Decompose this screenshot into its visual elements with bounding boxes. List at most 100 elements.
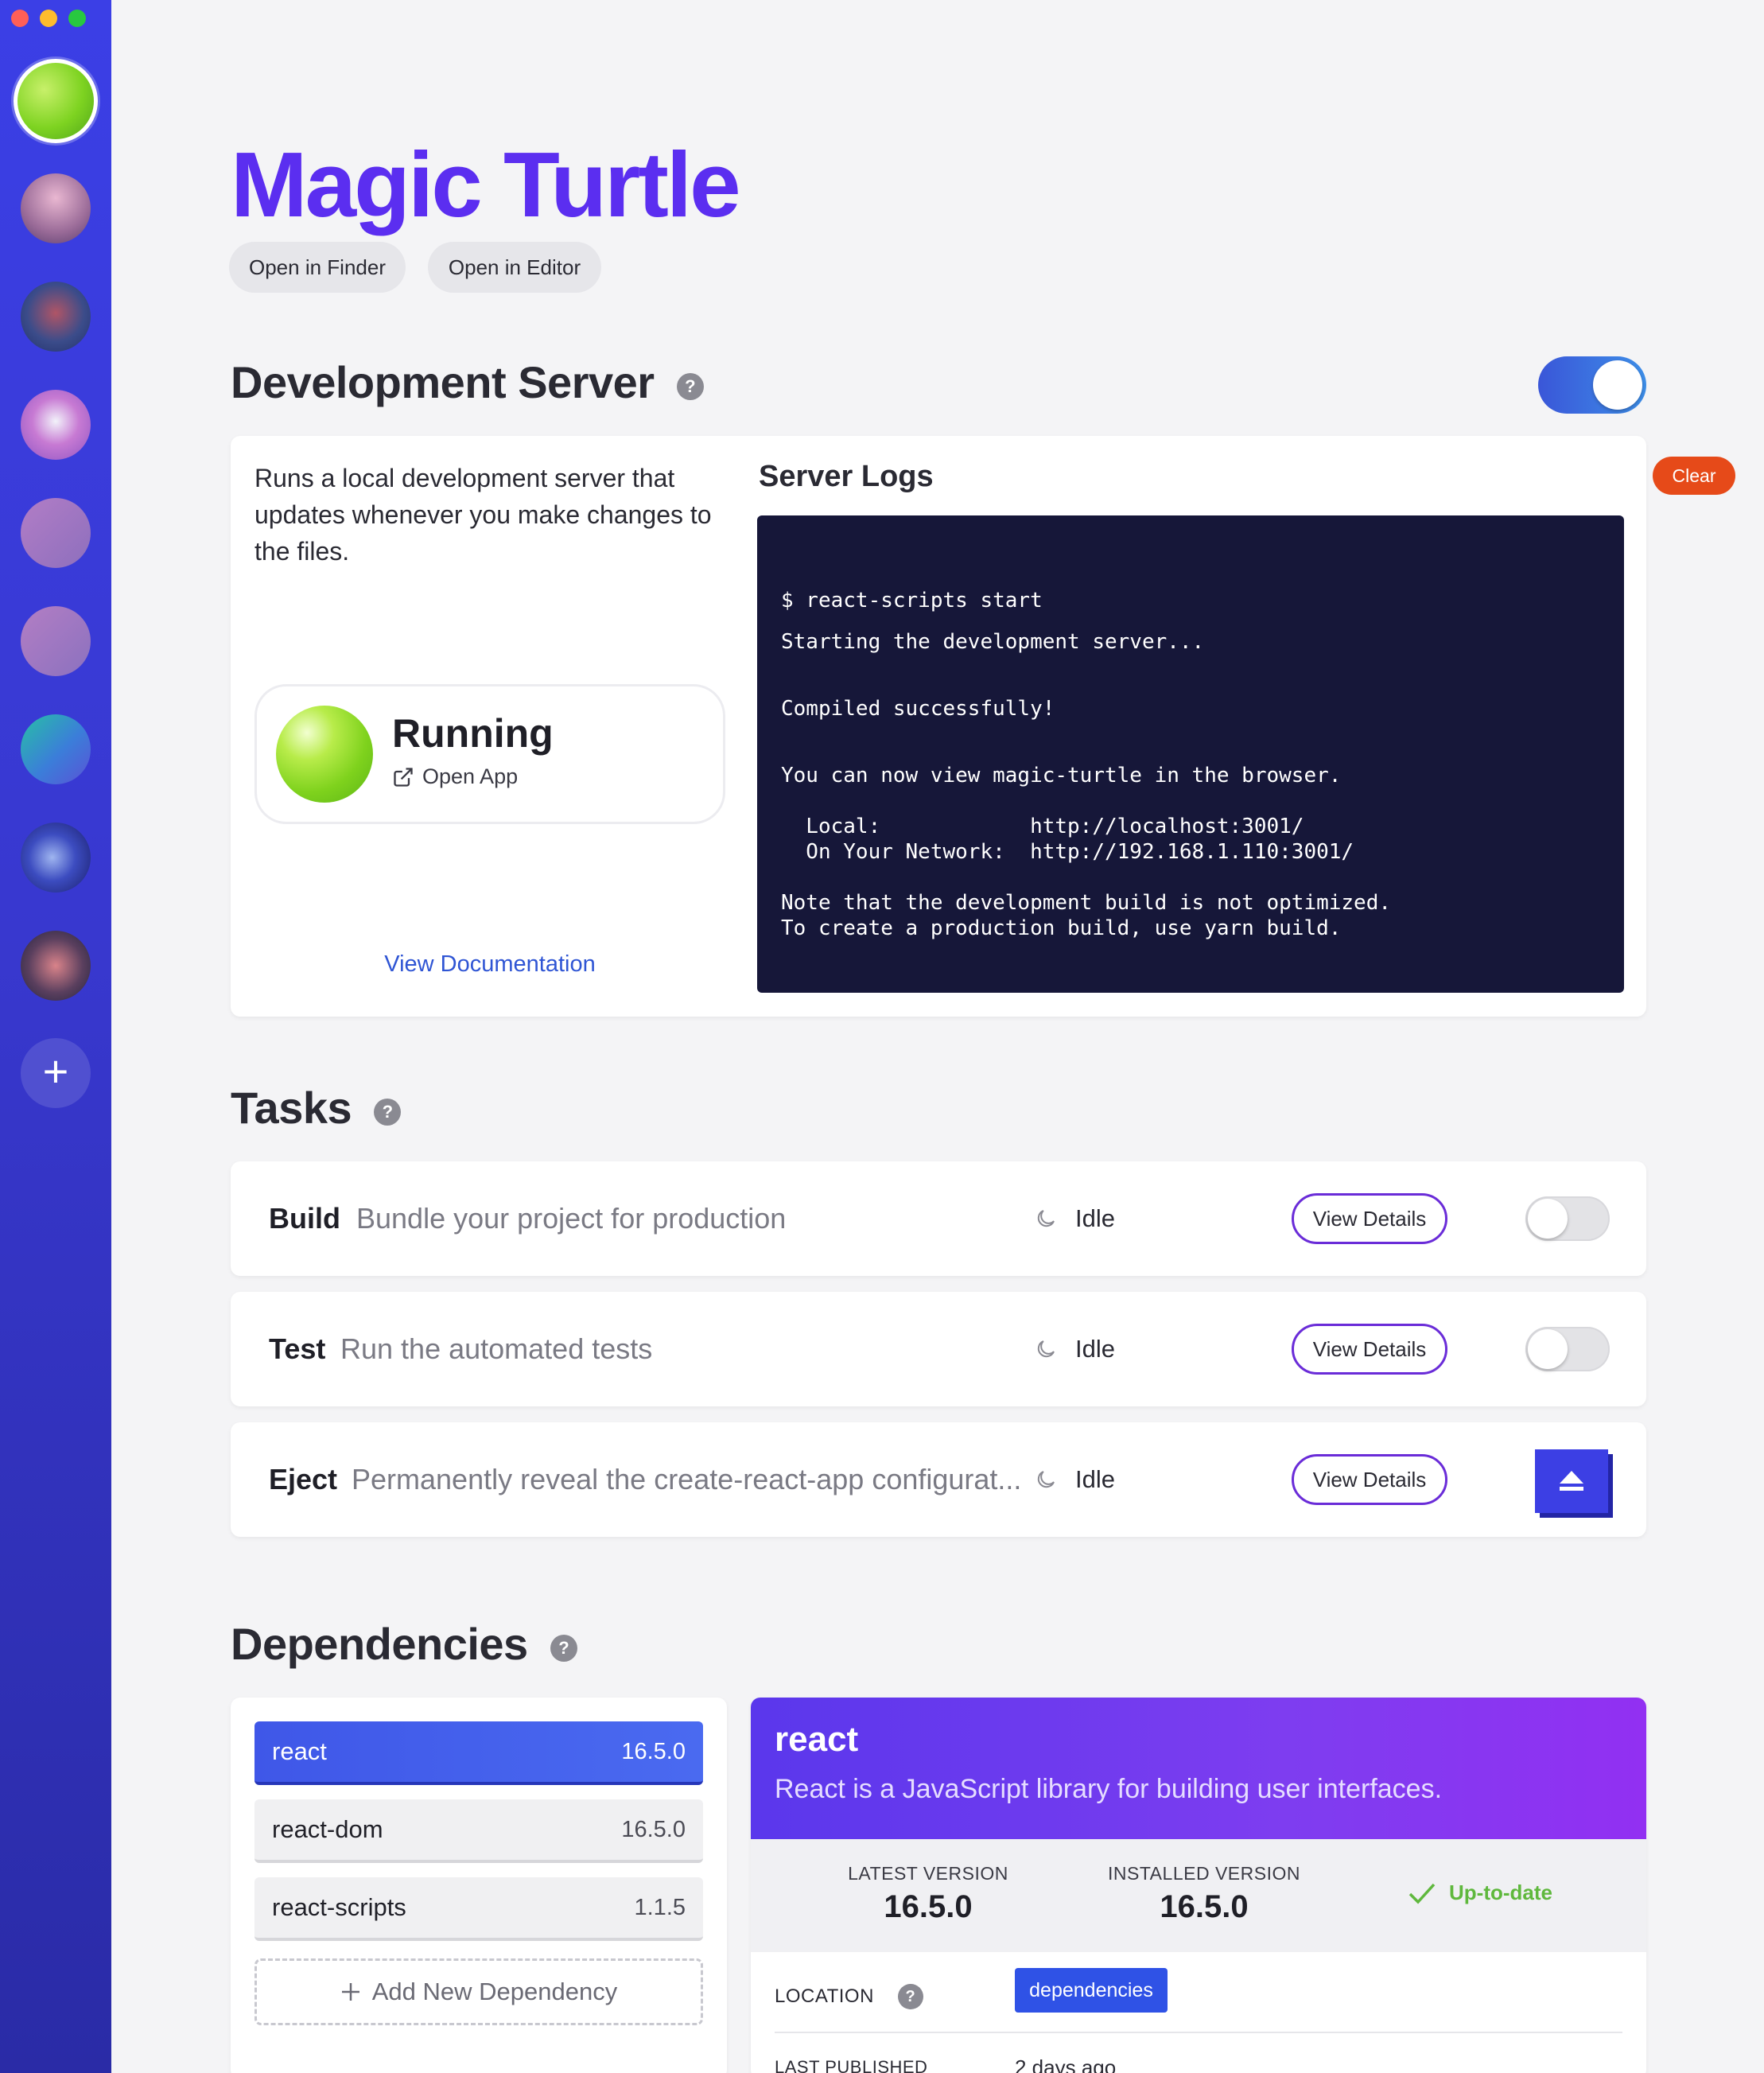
tasks-heading: Tasks ? (231, 1082, 402, 1134)
dev-server-card: Runs a local development server that upd… (231, 436, 1735, 1017)
zoom-window-button[interactable] (68, 10, 86, 27)
location-label: LOCATION (775, 1985, 874, 2007)
plus-icon: + (42, 1046, 69, 1096)
eject-icon (1560, 1471, 1583, 1491)
task-status-label: Idle (1075, 1465, 1115, 1493)
clear-logs-button[interactable]: Clear (1653, 457, 1735, 495)
server-status-box: Running Open App (254, 684, 725, 824)
log-line: Starting the development server... (781, 630, 1205, 654)
task-status: Idle (1034, 1292, 1115, 1406)
task-toggle[interactable] (1525, 1327, 1610, 1371)
toggle-knob (1528, 1329, 1568, 1369)
close-window-button[interactable] (11, 10, 29, 27)
task-description: Run the automated tests (340, 1332, 653, 1365)
last-published-value: 2 days ago (1015, 2055, 1117, 2073)
help-icon[interactable]: ? (374, 1098, 402, 1126)
task-toggle[interactable] (1525, 1196, 1610, 1241)
view-details-button[interactable]: View Details (1292, 1454, 1447, 1505)
server-logs-terminal[interactable]: $ react-scripts start Starting the devel… (757, 515, 1624, 993)
idle-moon-icon (1037, 1471, 1055, 1488)
project-avatar[interactable] (21, 390, 91, 460)
app-window: + Magic Turtle Open in Finder Open in Ed… (0, 0, 1764, 2073)
add-dependency-button[interactable]: Add New Dependency (254, 1958, 703, 2025)
dependency-version: 1.1.5 (634, 1894, 686, 1920)
external-link-icon (394, 767, 413, 787)
checkmark-icon (1408, 1883, 1436, 1904)
dev-server-description: Runs a local development server that upd… (254, 464, 712, 566)
help-icon[interactable]: ? (897, 1984, 923, 2009)
project-avatar[interactable] (21, 173, 91, 243)
task-description: Permanently reveal the create-react-app … (352, 1463, 1022, 1495)
location-tag: dependencies (1015, 1968, 1168, 2013)
dependency-name: react-scripts (272, 1893, 406, 1921)
help-icon[interactable]: ? (676, 372, 704, 400)
project-avatar[interactable] (21, 714, 91, 784)
task-name: Build (269, 1202, 340, 1235)
dependency-item-react[interactable]: react 16.5.0 (254, 1721, 703, 1785)
last-published-label: LAST PUBLISHED (775, 2057, 928, 2073)
toggle-knob (1528, 1199, 1568, 1239)
project-avatar[interactable] (21, 282, 91, 352)
project-avatar[interactable] (21, 931, 91, 1001)
view-details-button[interactable]: View Details (1292, 1193, 1447, 1244)
task-description: Bundle your project for production (356, 1202, 787, 1235)
project-sidebar: + (0, 0, 111, 2073)
dependencies-title: Dependencies (231, 1619, 528, 1669)
last-published-row: LAST PUBLISHED 2 days ago (775, 2049, 1622, 2073)
location-label-group: LOCATION ? (775, 1984, 923, 2009)
dependency-name: react (272, 1737, 327, 1765)
main-content: Magic Turtle Open in Finder Open in Edit… (111, 0, 1764, 2073)
server-logs-title: Server Logs (759, 460, 934, 493)
project-avatar-active[interactable] (14, 59, 98, 143)
open-app-label: Open App (422, 764, 519, 788)
task-row-test: Test Run the automated tests Idle View D… (231, 1292, 1646, 1406)
add-project-button[interactable]: + (21, 1038, 91, 1108)
toggle-knob (1593, 360, 1642, 410)
add-dependency-label: Add New Dependency (371, 1978, 618, 2005)
open-in-finder-button[interactable]: Open in Finder (229, 242, 406, 293)
open-in-editor-button[interactable]: Open in Editor (428, 242, 601, 293)
help-icon[interactable]: ? (550, 1634, 577, 1662)
task-status-label: Idle (1075, 1204, 1115, 1232)
open-app-link[interactable]: Open App (392, 764, 518, 789)
log-line: You can now view magic-turtle in the bro… (781, 764, 1342, 788)
minimize-window-button[interactable] (40, 10, 57, 27)
up-to-date-label: Up-to-date (1449, 1880, 1552, 1904)
project-avatar[interactable] (21, 606, 91, 676)
dependencies-heading: Dependencies ? (231, 1618, 577, 1670)
task-name: Eject (269, 1463, 338, 1495)
log-line: $ react-scripts start (781, 589, 1043, 613)
view-documentation-link[interactable]: View Documentation (231, 951, 749, 978)
latest-version-label: LATEST VERSION (848, 1863, 1008, 1884)
installed-version: INSTALLED VERSION 16.5.0 (1101, 1863, 1307, 1925)
version-row: LATEST VERSION 16.5.0 INSTALLED VERSION … (751, 1839, 1646, 1952)
window-controls (11, 10, 86, 27)
installed-version-label: INSTALLED VERSION (1108, 1863, 1300, 1884)
dependency-detail-description: React is a JavaScript library for buildi… (775, 1774, 1443, 1804)
log-line: Note that the development build is not o… (781, 891, 1392, 915)
idle-moon-icon (1037, 1340, 1055, 1358)
dev-server-heading: Development Server ? (231, 356, 704, 408)
dependency-item-react-scripts[interactable]: react-scripts 1.1.5 (254, 1877, 703, 1941)
task-status: Idle (1034, 1161, 1115, 1276)
log-line: On Your Network: http://192.168.1.110:30… (781, 840, 1354, 864)
plus-icon (341, 1983, 359, 2001)
dev-server-toggle[interactable] (1538, 356, 1646, 414)
task-row-eject: Eject Permanently reveal the create-reac… (231, 1422, 1646, 1537)
task-name: Test (269, 1332, 326, 1365)
installed-version-value: 16.5.0 (1160, 1889, 1249, 1924)
log-line: Local: http://localhost:3001/ (781, 815, 1304, 838)
eject-button[interactable] (1535, 1449, 1608, 1513)
dependency-version: 16.5.0 (621, 1738, 686, 1764)
view-details-button[interactable]: View Details (1292, 1324, 1447, 1375)
status-indicator-icon (276, 706, 373, 803)
task-row-build: Build Bundle your project for production… (231, 1161, 1646, 1276)
server-status-label: Running (392, 711, 554, 756)
project-avatar[interactable] (21, 823, 91, 893)
dependency-detail: react React is a JavaScript library for … (751, 1698, 1646, 2073)
project-avatar[interactable] (21, 498, 91, 568)
latest-version-value: 16.5.0 (884, 1889, 973, 1924)
dependency-item-react-dom[interactable]: react-dom 16.5.0 (254, 1799, 703, 1863)
idle-moon-icon (1037, 1210, 1055, 1227)
project-title: Magic Turtle (231, 133, 741, 236)
